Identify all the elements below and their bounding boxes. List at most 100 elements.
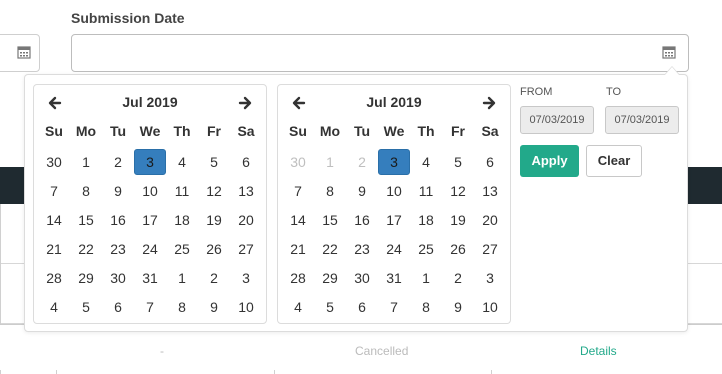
calendar-day[interactable]: 10 xyxy=(378,178,410,204)
calendar-day[interactable]: 1 xyxy=(70,149,102,175)
from-date-input[interactable]: 07/03/2019 xyxy=(520,106,594,134)
calendar-day[interactable]: 9 xyxy=(442,294,474,320)
calendar-day[interactable]: 6 xyxy=(474,149,506,175)
calendar-day[interactable]: 3 xyxy=(474,265,506,291)
calendar-day[interactable]: 29 xyxy=(314,265,346,291)
calendar-day[interactable]: 26 xyxy=(442,236,474,262)
previous-date-input[interactable] xyxy=(0,34,40,72)
calendar-day[interactable]: 4 xyxy=(166,149,198,175)
calendar-day[interactable]: 2 xyxy=(198,265,230,291)
calendar-day[interactable]: 5 xyxy=(314,294,346,320)
calendar-day[interactable]: 7 xyxy=(282,178,314,204)
calendar-day[interactable]: 13 xyxy=(230,178,262,204)
calendar-day[interactable]: 25 xyxy=(166,236,198,262)
calendar-day[interactable]: 12 xyxy=(442,178,474,204)
calendar-day[interactable]: 22 xyxy=(314,236,346,262)
calendar-day[interactable]: 31 xyxy=(378,265,410,291)
calendar-day[interactable]: 3 xyxy=(378,149,410,175)
calendar-day[interactable]: 5 xyxy=(442,149,474,175)
calendar-right: Jul 2019 Su Mo Tu We Th Fr Sa 30 1 2 3 4 5 6 7 8 9 10 11 1… xyxy=(277,84,511,324)
calendar-day[interactable]: 1 xyxy=(410,265,442,291)
calendar-day[interactable]: 14 xyxy=(38,207,70,233)
calendar-icon[interactable] xyxy=(662,45,676,64)
calendar-day[interactable]: 30 xyxy=(102,265,134,291)
calendar-day[interactable]: 21 xyxy=(38,236,70,262)
calendar-day[interactable]: 16 xyxy=(102,207,134,233)
calendar-day[interactable]: 24 xyxy=(134,236,166,262)
calendar-day[interactable]: 19 xyxy=(442,207,474,233)
calendar-day[interactable]: 23 xyxy=(346,236,378,262)
calendar-day[interactable]: 10 xyxy=(474,294,506,320)
calendar-day[interactable]: 2 xyxy=(442,265,474,291)
calendar-day[interactable]: 1 xyxy=(314,149,346,175)
calendar-day[interactable]: 6 xyxy=(230,149,262,175)
calendar-day[interactable]: 29 xyxy=(70,265,102,291)
calendar-day[interactable]: 2 xyxy=(346,149,378,175)
calendar-day[interactable]: 19 xyxy=(198,207,230,233)
calendar-day[interactable]: 9 xyxy=(346,178,378,204)
calendar-day[interactable]: 5 xyxy=(70,294,102,320)
calendar-day[interactable]: 4 xyxy=(410,149,442,175)
calendar-day[interactable]: 20 xyxy=(474,207,506,233)
calendar-day[interactable]: 10 xyxy=(230,294,262,320)
chevron-right-icon[interactable] xyxy=(478,93,498,113)
calendar-day[interactable]: 30 xyxy=(282,149,314,175)
calendar-day[interactable]: 26 xyxy=(198,236,230,262)
details-link[interactable]: Details xyxy=(580,344,617,358)
calendar-day[interactable]: 13 xyxy=(474,178,506,204)
calendar-day[interactable]: 16 xyxy=(346,207,378,233)
chevron-right-icon[interactable] xyxy=(234,93,254,113)
calendar-day[interactable]: 23 xyxy=(102,236,134,262)
calendar-day[interactable]: 1 xyxy=(166,265,198,291)
calendar-day[interactable]: 18 xyxy=(166,207,198,233)
calendar-day[interactable]: 7 xyxy=(134,294,166,320)
calendar-day[interactable]: 20 xyxy=(230,207,262,233)
calendar-day[interactable]: 7 xyxy=(38,178,70,204)
calendar-day[interactable]: 28 xyxy=(38,265,70,291)
calendar-day[interactable]: 9 xyxy=(102,178,134,204)
calendar-day[interactable]: 10 xyxy=(134,178,166,204)
calendar-day[interactable]: 3 xyxy=(230,265,262,291)
calendar-day[interactable]: 11 xyxy=(166,178,198,204)
calendar-day[interactable]: 6 xyxy=(346,294,378,320)
calendar-day[interactable]: 17 xyxy=(134,207,166,233)
weekday-label: Tu xyxy=(353,123,371,139)
calendar-day[interactable]: 15 xyxy=(70,207,102,233)
calendar-day[interactable]: 4 xyxy=(38,294,70,320)
calendar-day[interactable]: 3 xyxy=(134,149,166,175)
calendar-day[interactable]: 24 xyxy=(378,236,410,262)
weekday-label: Th xyxy=(173,123,191,139)
calendar-day[interactable]: 7 xyxy=(378,294,410,320)
calendar-day[interactable]: 25 xyxy=(410,236,442,262)
calendar-day[interactable]: 17 xyxy=(378,207,410,233)
calendar-day[interactable]: 30 xyxy=(38,149,70,175)
calendar-day[interactable]: 15 xyxy=(314,207,346,233)
calendar-day[interactable]: 11 xyxy=(410,178,442,204)
calendar-day[interactable]: 2 xyxy=(102,149,134,175)
clear-button[interactable]: Clear xyxy=(586,145,642,177)
calendar-day[interactable]: 28 xyxy=(282,265,314,291)
calendar-day[interactable]: 4 xyxy=(282,294,314,320)
calendar-day[interactable]: 27 xyxy=(474,236,506,262)
to-date-input[interactable]: 07/03/2019 xyxy=(605,106,679,134)
calendar-day[interactable]: 8 xyxy=(70,178,102,204)
submission-date-input[interactable] xyxy=(71,34,689,72)
calendar-day[interactable]: 18 xyxy=(410,207,442,233)
calendar-day[interactable]: 12 xyxy=(198,178,230,204)
weekday-label: Mo xyxy=(319,123,341,139)
calendar-day[interactable]: 8 xyxy=(410,294,442,320)
calendar-day[interactable]: 8 xyxy=(166,294,198,320)
calendar-day[interactable]: 14 xyxy=(282,207,314,233)
calendar-day[interactable]: 31 xyxy=(134,265,166,291)
calendar-day[interactable]: 9 xyxy=(198,294,230,320)
calendar-day[interactable]: 21 xyxy=(282,236,314,262)
calendar-day[interactable]: 22 xyxy=(70,236,102,262)
from-label: FROM xyxy=(520,86,553,98)
calendar-day[interactable]: 27 xyxy=(230,236,262,262)
to-label: TO xyxy=(606,86,622,98)
apply-button[interactable]: Apply xyxy=(520,145,579,177)
calendar-day[interactable]: 5 xyxy=(198,149,230,175)
calendar-day[interactable]: 8 xyxy=(314,178,346,204)
calendar-day[interactable]: 6 xyxy=(102,294,134,320)
calendar-day[interactable]: 30 xyxy=(346,265,378,291)
